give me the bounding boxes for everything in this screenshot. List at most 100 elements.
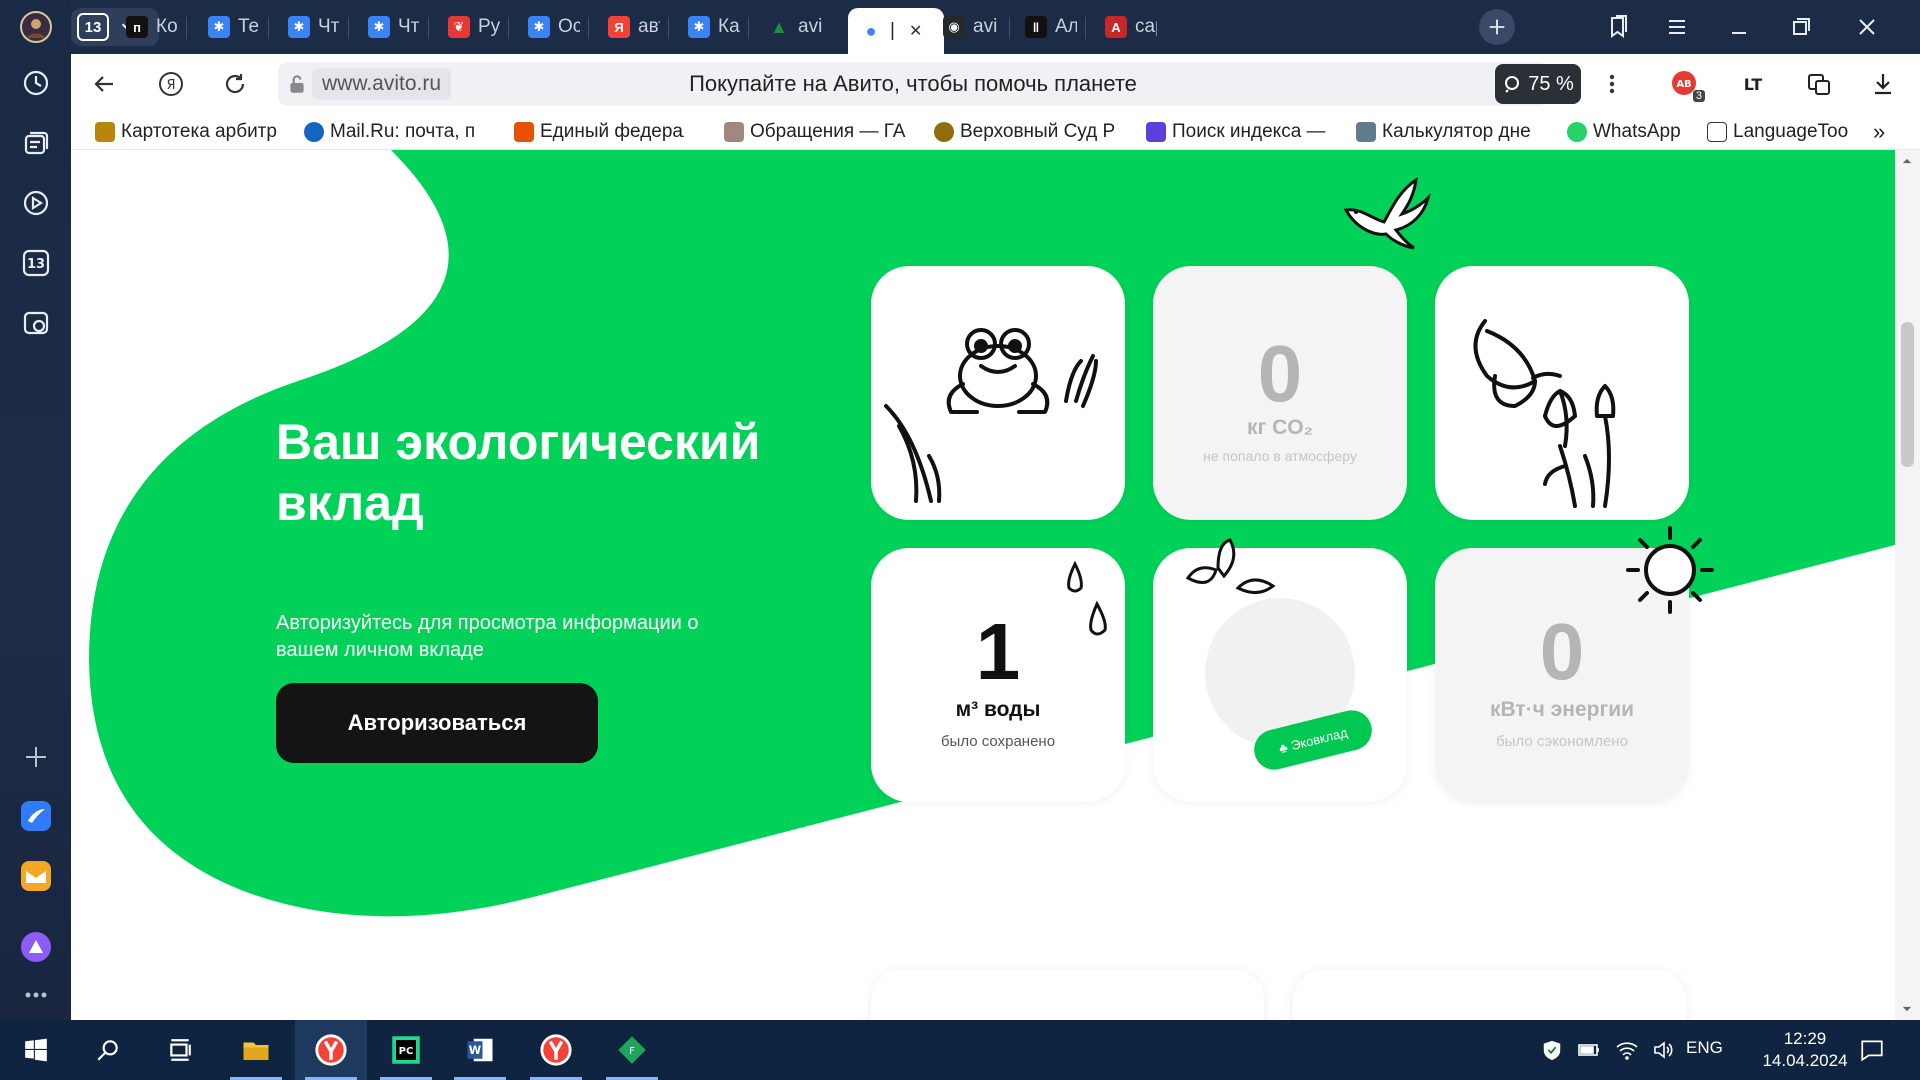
bookmarks-bar: Картотека арбитр Mail.Ru: почта, по Един… (71, 114, 1920, 150)
co2-note: не попало в атмосферу (1203, 448, 1357, 464)
tab-label: Ал (1055, 16, 1077, 37)
bookmark-item[interactable]: Верховный Суд Р (934, 120, 1124, 144)
bookmark-item[interactable]: Картотека арбитр (95, 120, 285, 144)
tab-active[interactable]: ● | ✕ (848, 8, 944, 54)
hero-title: Ваш экологический вклад (276, 414, 761, 531)
adblock-extension-icon[interactable]: AB 3 (1667, 66, 1705, 102)
mail-app-icon[interactable] (15, 855, 57, 897)
tab-count-badge: 13 (77, 13, 109, 41)
messenger-app-icon[interactable] (15, 795, 57, 837)
svg-text:AB: AB (1676, 79, 1691, 90)
new-tab-button[interactable] (1479, 9, 1515, 45)
tab-label: Ка (718, 16, 740, 37)
reload-button[interactable] (217, 66, 253, 102)
bookmarks-panel-icon[interactable] (1601, 9, 1637, 45)
favicon-icon: ✱ (528, 16, 550, 38)
water-note: было сохранено (940, 733, 1056, 750)
tab-label: Ру (478, 16, 500, 37)
folder-icon (243, 1042, 269, 1060)
bookmark-item[interactable]: WhatsApp (1567, 120, 1697, 144)
history-icon[interactable] (15, 62, 57, 104)
yandex-icon (540, 1034, 572, 1066)
notifications-icon[interactable] (1852, 1020, 1892, 1080)
page-menu-icon[interactable] (1594, 66, 1630, 102)
more-icon[interactable] (15, 974, 57, 1016)
yandex-taskbar[interactable] (520, 1020, 592, 1080)
tab[interactable]: ◉ avi (931, 8, 1001, 46)
bookmark-item[interactable]: LanguageToo (1707, 120, 1857, 144)
search-button[interactable] (72, 1020, 144, 1080)
bookmark-item[interactable]: Mail.Ru: почта, по (304, 120, 474, 144)
word-taskbar[interactable]: W (444, 1020, 516, 1080)
app-taskbar[interactable]: F (596, 1020, 668, 1080)
profile-avatar[interactable] (15, 6, 57, 48)
tab[interactable]: Яавт (596, 8, 660, 46)
volume-icon[interactable] (1646, 1020, 1680, 1080)
pycharm-taskbar[interactable]: PC (370, 1020, 442, 1080)
tab-label: Те (238, 16, 260, 37)
close-window-button[interactable] (1849, 9, 1885, 45)
bookmark-item[interactable]: Поиск индекса — (1146, 120, 1326, 144)
bookmarks-overflow-icon[interactable]: » (1873, 120, 1903, 144)
tab[interactable]: п Ко (114, 8, 178, 46)
tab[interactable]: ✱ Те (196, 8, 260, 46)
battery-icon[interactable] (1572, 1020, 1606, 1080)
scroll-down-icon[interactable] (1900, 1002, 1914, 1016)
authorize-button[interactable]: Авторизоваться (276, 683, 598, 763)
scroll-thumb[interactable] (1901, 322, 1914, 467)
tabs-counter-icon[interactable]: 13 (15, 242, 57, 284)
languagetool-extension-icon[interactable]: LT (1735, 66, 1771, 102)
page-scrollbar[interactable] (1895, 150, 1920, 1020)
languagetool-icon (1707, 122, 1727, 142)
back-button[interactable] (87, 66, 123, 102)
clock[interactable]: 12:29 14.04.2024 (1750, 1028, 1860, 1072)
sun-icon (1626, 526, 1714, 614)
tab-label: Ко (156, 16, 178, 37)
svg-text:F: F (629, 1046, 635, 1057)
windows-taskbar: PC W F ENG 12:29 14.04.2024 (0, 1020, 1920, 1080)
tab[interactable]: ✱ Чт (276, 8, 340, 46)
menu-icon[interactable] (1659, 9, 1695, 45)
tab[interactable]: ✱ Ка (676, 8, 740, 46)
defender-icon[interactable] (1535, 1020, 1569, 1080)
yandex-home-button[interactable]: Я (153, 66, 189, 102)
favicon-icon: ❦ (448, 16, 470, 38)
task-view-icon (170, 1039, 191, 1061)
tab[interactable]: ✱ Чт (356, 8, 420, 46)
collections-icon[interactable] (15, 122, 57, 164)
tab-label: | (890, 20, 895, 41)
tab[interactable]: ✱ Ос (516, 8, 580, 46)
alice-assistant-icon[interactable] (15, 926, 57, 968)
co2-stat-card: 0 кг CO₂ не попало в атмосферу (1153, 266, 1407, 520)
restore-button[interactable] (1783, 9, 1819, 45)
zoom-indicator[interactable]: 75 % (1495, 64, 1581, 104)
address-bar[interactable]: www.avito.ru Покупайте на Авито, чтобы п… (278, 62, 1548, 106)
close-tab-icon[interactable]: ✕ (909, 21, 922, 41)
bookmark-item[interactable]: Калькулятор дне (1356, 120, 1546, 144)
task-view-button[interactable] (144, 1020, 216, 1080)
screenshot-icon[interactable] (15, 302, 57, 344)
bookmark-item[interactable]: Обращения — ГА (724, 120, 914, 144)
file-explorer-taskbar[interactable] (220, 1020, 292, 1080)
bookmark-item[interactable]: Единый федерал (514, 120, 684, 144)
eco-badge-card: ♣ Эковклад (1153, 538, 1407, 802)
minimize-button[interactable] (1721, 9, 1757, 45)
add-panel-icon[interactable] (15, 736, 57, 778)
video-play-icon[interactable] (15, 182, 57, 224)
translate-extension-icon[interactable] (1801, 66, 1837, 102)
language-indicator[interactable]: ENG (1686, 1038, 1723, 1058)
downloads-icon[interactable] (1865, 66, 1901, 102)
tab[interactable]: ❦ Ру (436, 8, 500, 46)
tab[interactable]: ‖ Ал (1013, 8, 1077, 46)
windows-start-button[interactable] (0, 1020, 72, 1080)
scroll-up-icon[interactable] (1900, 154, 1914, 168)
zoom-value: 75 % (1528, 72, 1574, 95)
tab-label: avi (798, 16, 823, 37)
wifi-icon[interactable] (1610, 1020, 1644, 1080)
tab-label: Чт (318, 16, 340, 37)
favicon-icon: ✱ (368, 16, 390, 38)
tab[interactable]: Aсар (1093, 8, 1157, 46)
svg-text:13: 13 (27, 257, 45, 272)
tab[interactable]: ▲ avi (756, 8, 826, 46)
yandex-browser-taskbar[interactable] (295, 1020, 367, 1080)
